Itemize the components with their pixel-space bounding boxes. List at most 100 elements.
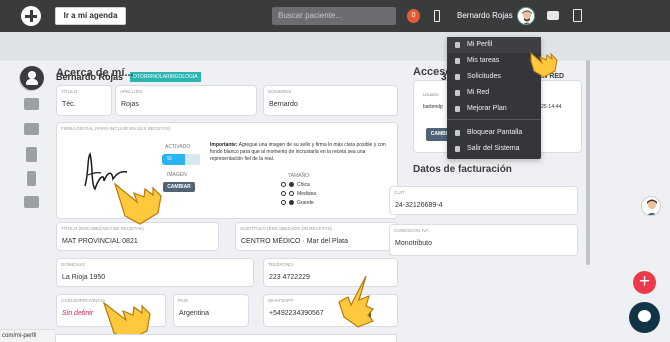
side-avatar-icon[interactable]	[641, 196, 661, 216]
small-radio-selected-icon	[289, 182, 294, 187]
names-label: NOMBRES	[268, 89, 292, 94]
menu-item-label: Mis tareas	[467, 57, 500, 64]
large-radio-selected-icon	[289, 200, 294, 205]
address-field[interactable]: DOMICILIO La Rioja 1950	[56, 258, 254, 287]
size-medium-label: Mediana	[297, 191, 317, 197]
go-to-agenda-button[interactable]: Ir a mi agenda	[55, 7, 126, 25]
status-url: com/mi-perfil	[0, 329, 55, 342]
notification-bell-icon[interactable]: 0	[407, 9, 420, 23]
size-label: TAMAÑO	[288, 173, 310, 179]
chat-support-button[interactable]	[629, 302, 660, 333]
country-label: PAÍS	[178, 298, 189, 303]
bell-icon	[455, 74, 460, 80]
receipt-title-value: MAT PROVINCIAL 0821	[62, 238, 138, 245]
cuit-label: CUIT	[394, 190, 405, 195]
iva-field[interactable]: CONDICIÓN IVA Monotributo	[389, 224, 578, 256]
title-value: Téc.	[62, 101, 76, 108]
city-value: Sin definir	[62, 310, 94, 317]
main-scrollbar[interactable]	[586, 60, 590, 265]
menu-item-label: Bloquear Pantalla	[467, 129, 523, 136]
whatsapp-value: +5492234390567	[269, 310, 324, 317]
mobile-device-icon[interactable]	[434, 10, 440, 22]
user-avatar-icon[interactable]	[517, 7, 535, 25]
medium-radio-secondary-icon	[289, 191, 294, 196]
image-label: IMAGEN	[167, 172, 187, 178]
address-value: La Rioja 1950	[62, 274, 106, 281]
top-navigation-bar: Ir a mi agenda Buscar paciente... 0 Bern…	[0, 0, 670, 32]
surname-field[interactable]: APELLIDO Rojas	[115, 85, 257, 116]
access-date: 025 14:44	[538, 104, 562, 110]
country-field[interactable]: PAÍS Argentina	[173, 294, 249, 327]
menu-item-label: Mi Perfil	[467, 41, 493, 48]
cuit-value: 24-32126689-4	[395, 202, 443, 209]
camera-nav-icon[interactable]	[24, 98, 39, 110]
change-signature-button[interactable]: CAMBIAR	[163, 182, 195, 192]
menu-item-my-network[interactable]: Mi Red	[447, 85, 541, 101]
power-icon	[455, 146, 460, 152]
pointing-hand-icon	[338, 275, 374, 328]
profile-nav-icon[interactable]	[20, 66, 44, 90]
network-icon	[455, 90, 460, 96]
phone-label: TELÉFONO	[268, 262, 293, 267]
menu-item-lock-screen[interactable]: Bloquear Pantalla	[447, 125, 541, 141]
title-label: TÍTULO	[61, 89, 78, 94]
menu-item-label: Mi Red	[467, 89, 490, 96]
country-value: Argentina	[179, 310, 209, 317]
title-field[interactable]: TÍTULO Téc.	[56, 85, 112, 116]
signature-label: FIRMA DIGITAL (PARA INCLUIR EN SUS RECET…	[61, 126, 171, 131]
signature-activation-toggle[interactable]: Sí	[162, 154, 200, 165]
document-nav-icon[interactable]	[26, 147, 37, 162]
iva-value: Monotributo	[395, 240, 432, 247]
phone-value: 223 4722229	[269, 274, 310, 281]
large-radio-icon	[281, 200, 286, 205]
activated-label: ACTIVADO	[165, 144, 191, 150]
pointing-hand-icon	[530, 51, 558, 78]
size-large-option[interactable]: Grande	[281, 200, 314, 208]
menu-item-label: Mejorar Plan	[467, 105, 507, 112]
side-avatar-image	[642, 197, 660, 215]
pointing-hand-icon	[113, 182, 162, 225]
floating-add-button[interactable]: +	[633, 271, 656, 294]
billing-title: Datos de facturación	[413, 164, 512, 175]
user-value: barbmdp	[423, 104, 443, 110]
medium-radio-icon	[281, 191, 286, 196]
receipt-subtitle-label: SUBTÍTULO (ENCABEZADO DE RECETAS)	[240, 226, 333, 231]
patient-search-input[interactable]: Buscar paciente...	[272, 7, 396, 25]
phone-field[interactable]: TELÉFONO 223 4722229	[263, 258, 398, 287]
whatsapp-label: WHATSAPP	[268, 298, 294, 303]
menu-item-logout[interactable]: Salir del Sistema	[447, 141, 541, 157]
address-label: DOMICILIO	[61, 262, 85, 267]
top-user-name[interactable]: Bernardo Rojas	[457, 11, 513, 20]
iva-label: CONDICIÓN IVA	[394, 228, 429, 233]
names-value: Bernardo	[269, 101, 298, 108]
upgrade-icon	[455, 106, 460, 112]
profile-header-bar: Bernardo Rojas OTORRINOLARINGOLOGIA 3 AS…	[0, 32, 670, 91]
surname-value: Rojas	[121, 101, 139, 108]
specialty-badge: OTORRINOLARINGOLOGIA	[130, 72, 201, 82]
cuit-field[interactable]: CUIT 24-32126689-4	[389, 186, 578, 215]
avatar-icon	[518, 8, 534, 24]
size-medium-option[interactable]: Mediana	[281, 191, 316, 199]
menu-item-upgrade-plan[interactable]: Mejorar Plan	[447, 101, 541, 117]
receipt-subtitle-field[interactable]: SUBTÍTULO (ENCABEZADO DE RECETAS) CENTRO…	[235, 222, 398, 251]
user-label: Usuario	[423, 92, 439, 97]
menu-item-label: Salir del Sistema	[467, 145, 520, 152]
receipt-subtitle-value: CENTRO MÉDICO · Mar del Plata	[241, 238, 348, 245]
names-field[interactable]: NOMBRES Bernardo	[263, 85, 398, 116]
bottom-partial-field	[55, 334, 397, 342]
add-icon[interactable]	[21, 6, 41, 26]
menu-divider	[447, 119, 541, 120]
list-nav-icon[interactable]	[24, 123, 39, 135]
menu-item-label: Solicitudes	[467, 73, 501, 80]
size-small-option[interactable]: Chica	[281, 182, 310, 190]
tasks-icon	[455, 58, 460, 64]
whatsapp-field[interactable]: WHATSAPP +5492234390567	[263, 294, 398, 327]
chat-icon[interactable]	[547, 11, 559, 20]
reply-nav-icon[interactable]	[24, 196, 39, 208]
lock-icon	[455, 130, 460, 136]
clipboard-icon[interactable]	[573, 9, 582, 22]
important-label: Importante:	[210, 142, 238, 148]
signature-instructions: Importante: Agregue una imagen de su sel…	[210, 142, 388, 163]
about-me-title: Acerca de mí...	[56, 67, 134, 79]
mobile-nav-icon[interactable]	[27, 171, 36, 186]
